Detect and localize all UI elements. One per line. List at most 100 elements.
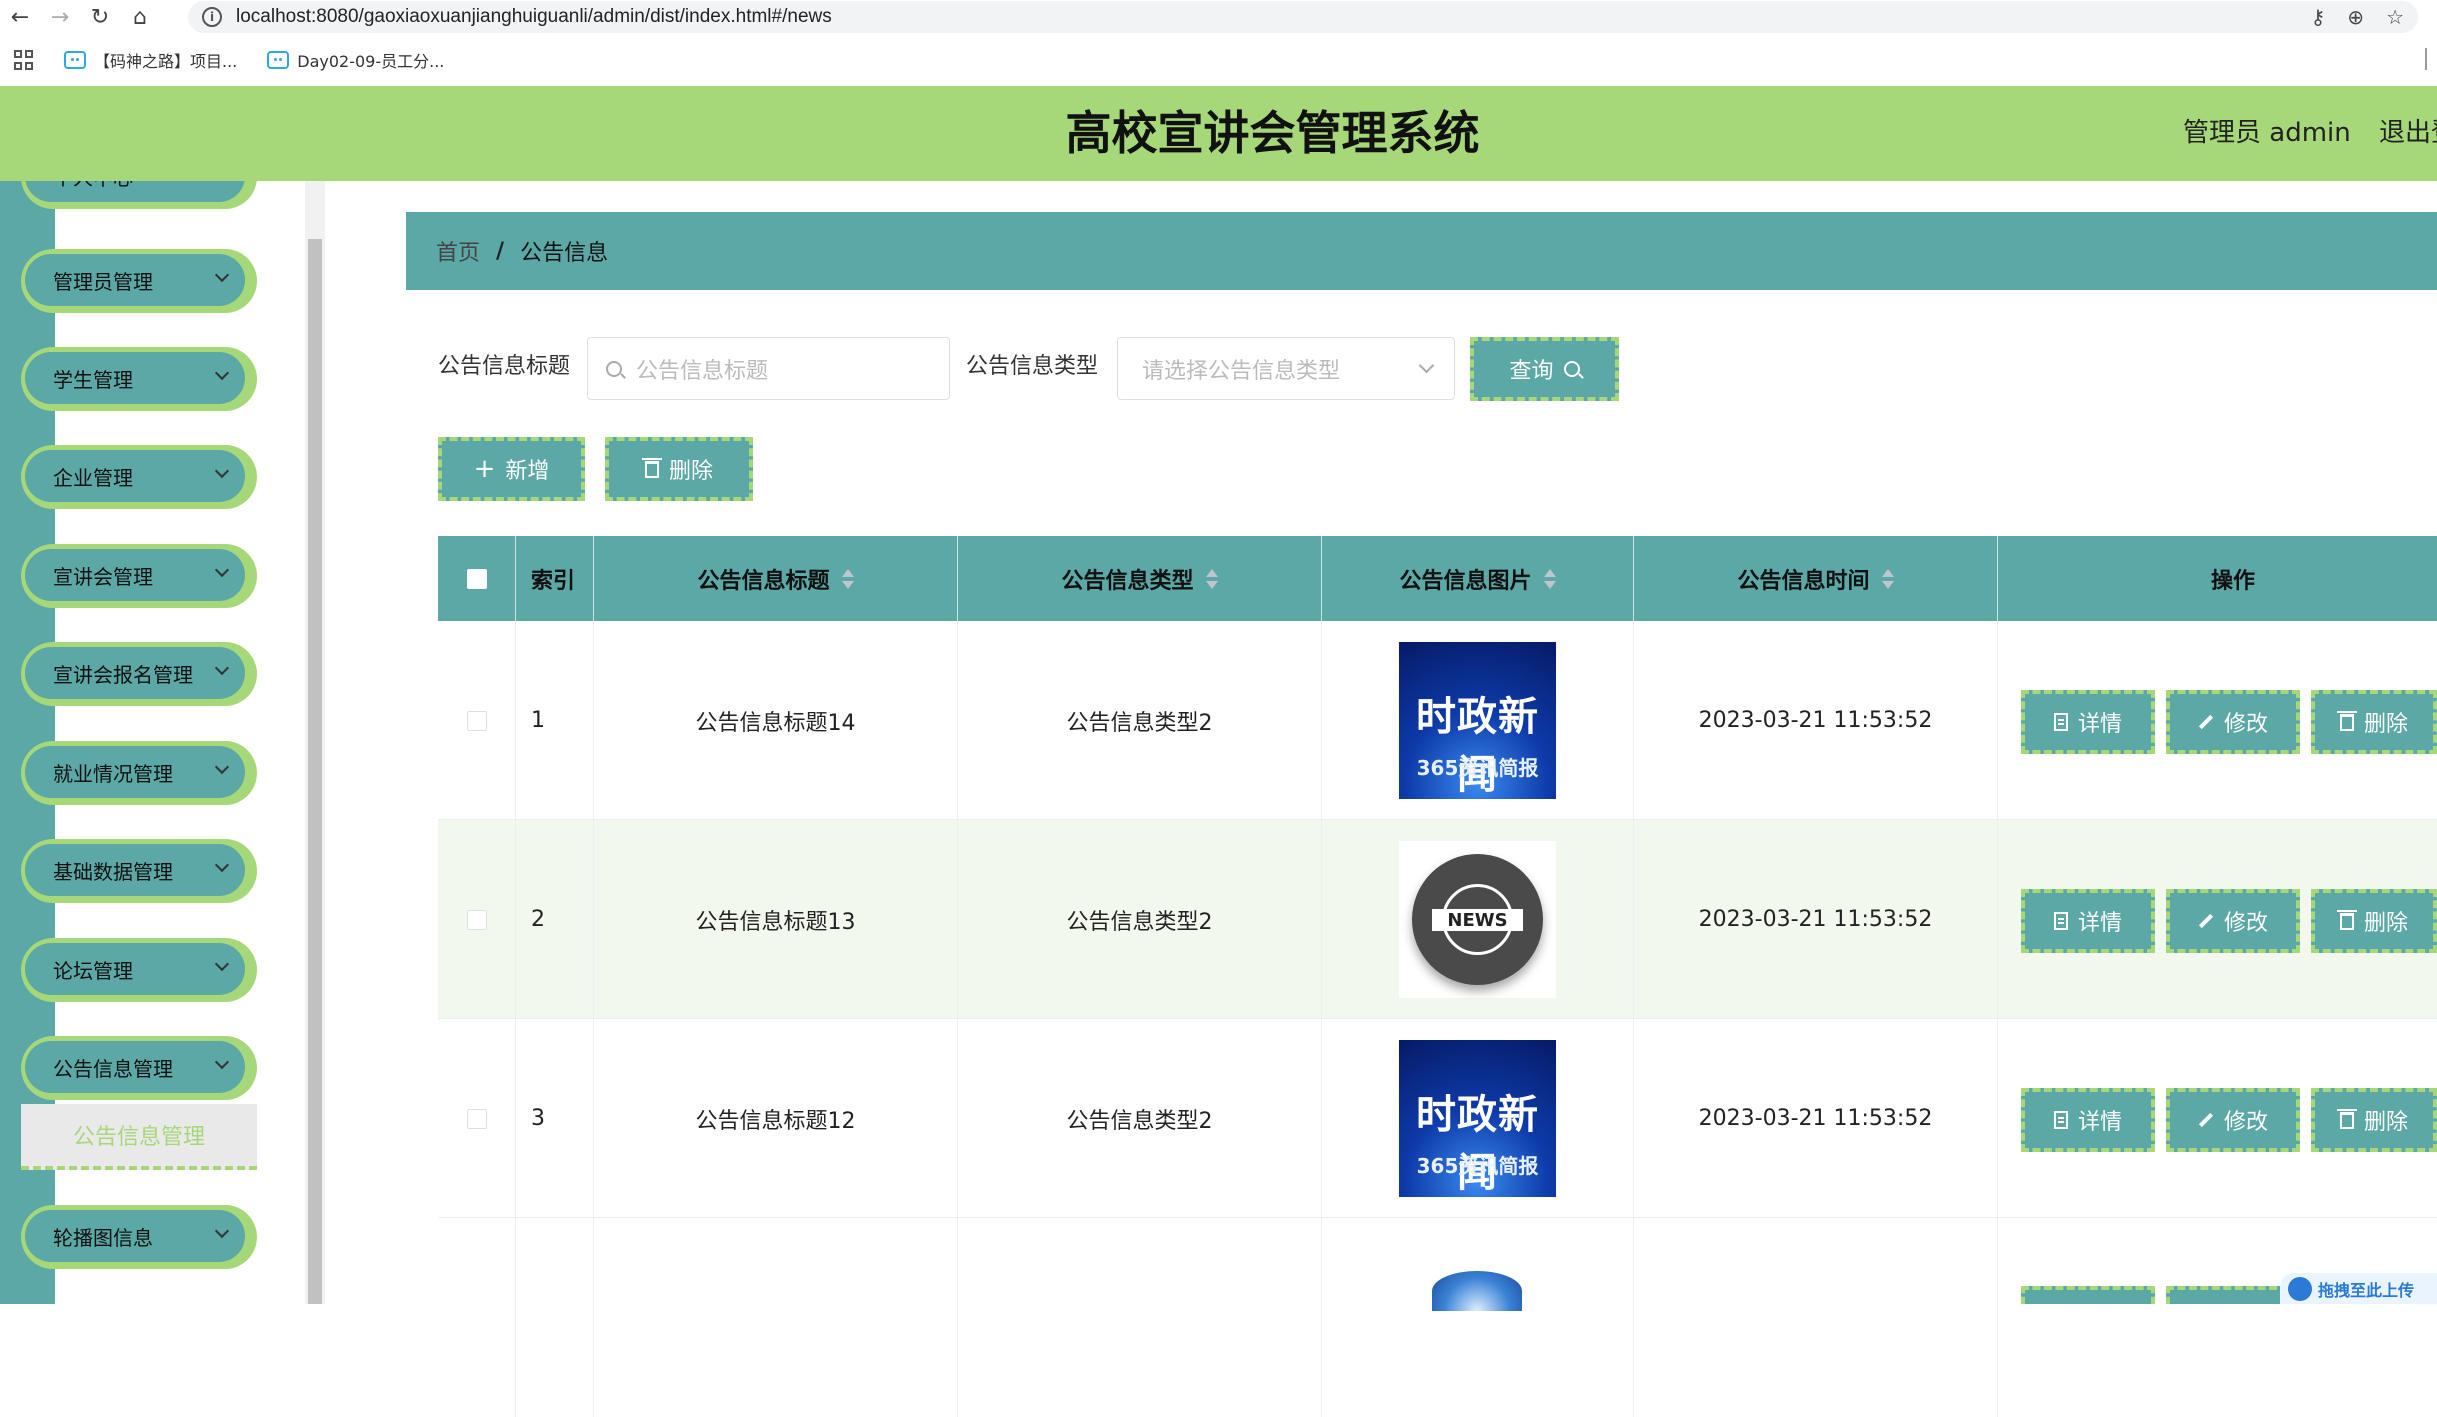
sidebar-item-companies[interactable]: 企业管理 xyxy=(21,445,257,509)
row-image-cell xyxy=(1322,1218,1634,1417)
info-icon[interactable]: i xyxy=(202,7,222,27)
trash-icon xyxy=(2336,909,2357,930)
row-title: 公告信息标题14 xyxy=(594,621,958,820)
sidebar-item-seminar-signup[interactable]: 宣讲会报名管理 xyxy=(21,642,257,706)
row-index xyxy=(516,1218,594,1417)
add-button-label: 新增 xyxy=(505,459,550,484)
sidebar-item-forum[interactable]: 论坛管理 xyxy=(21,938,257,1002)
delete-button[interactable]: 删除 xyxy=(2311,1088,2437,1152)
logout-link[interactable]: 退出登录 xyxy=(2379,86,2437,181)
type-select[interactable]: 请选择公告信息类型 xyxy=(1117,337,1455,400)
edit-button[interactable]: 修改 xyxy=(2166,889,2300,953)
delete-button[interactable]: 删除 xyxy=(2311,889,2437,953)
password-key-icon[interactable]: ⚷ xyxy=(2311,5,2326,29)
delete-button[interactable]: 删除 xyxy=(2311,690,2437,754)
bookmark-item[interactable]: Day02-09-员工分... xyxy=(267,48,444,72)
edit-button[interactable]: 修改 xyxy=(2166,690,2300,754)
current-user: 管理员 admin xyxy=(2183,118,2351,148)
delete-button-label: 删除 xyxy=(668,459,713,484)
row-select-cell xyxy=(438,621,516,820)
bookmarks-bar: 【码神之路】项目... Day02-09-员工分... xyxy=(0,34,2437,86)
sidebar-item-carousel[interactable]: 轮播图信息 xyxy=(21,1205,257,1269)
app-header: 高校宣讲会管理系统 管理员 admin 退出登录 xyxy=(0,86,2437,181)
notice-thumbnail[interactable] xyxy=(1432,1271,1522,1311)
bookmark-item[interactable]: 【码神之路】项目... xyxy=(64,48,237,72)
chevron-down-icon xyxy=(214,759,230,775)
add-button[interactable]: + 新增 xyxy=(438,437,585,501)
notice-thumbnail[interactable]: 时政新闻 365资讯简报 xyxy=(1399,1040,1556,1197)
reload-icon[interactable]: ↻ xyxy=(80,0,120,34)
column-header-title[interactable]: 公告信息标题 xyxy=(594,536,958,621)
breadcrumb-home[interactable]: 首页 xyxy=(436,235,480,267)
chevron-down-icon xyxy=(214,1054,230,1070)
thumbnail-text: 时政新闻 xyxy=(1416,1092,1539,1196)
row-index: 3 xyxy=(516,1019,594,1218)
row-time xyxy=(1634,1218,1998,1417)
document-icon xyxy=(2053,912,2068,930)
detail-button[interactable]: 详情 xyxy=(2021,1088,2155,1152)
detail-button[interactable] xyxy=(2021,1286,2155,1304)
sidebar-item-label: 宣讲会管理 xyxy=(53,564,153,589)
sidebar-item-seminars[interactable]: 宣讲会管理 xyxy=(21,544,257,608)
sort-icon[interactable] xyxy=(1205,568,1218,590)
address-bar[interactable]: i localhost:8080/gaoxiaoxuanjianghuiguan… xyxy=(188,1,2418,33)
forward-icon[interactable]: → xyxy=(40,0,80,34)
detail-button[interactable]: 详情 xyxy=(2021,690,2155,754)
column-header-image[interactable]: 公告信息图片 xyxy=(1322,536,1634,621)
row-title: 公告信息标题12 xyxy=(594,1019,958,1218)
row-type: 公告信息类型2 xyxy=(958,621,1322,820)
query-button[interactable]: 查询 xyxy=(1470,337,1619,401)
submenu-item-notices[interactable]: 公告信息管理 xyxy=(21,1104,257,1170)
bookmark-star-icon[interactable]: ☆ xyxy=(2386,5,2404,29)
detail-button[interactable]: 详情 xyxy=(2021,889,2155,953)
edit-button[interactable]: 修改 xyxy=(2166,1088,2300,1152)
row-image-cell: 时政新闻 365资讯简报 xyxy=(1322,1019,1634,1218)
column-header-time[interactable]: 公告信息时间 xyxy=(1634,536,1998,621)
row-type xyxy=(958,1218,1322,1417)
bilibili-icon xyxy=(267,51,290,69)
sidebar-item-notices[interactable]: 公告信息管理 xyxy=(21,1036,257,1100)
notice-thumbnail[interactable]: NEWS xyxy=(1399,841,1556,998)
apps-grid-icon[interactable] xyxy=(14,50,34,70)
row-select-cell xyxy=(438,1019,516,1218)
sort-icon[interactable] xyxy=(841,568,854,590)
thumbnail-text: NEWS xyxy=(1432,909,1523,931)
breadcrumb-current: 公告信息 xyxy=(520,241,609,266)
row-checkbox[interactable] xyxy=(466,909,487,930)
row-title: 公告信息标题13 xyxy=(594,820,958,1019)
batch-delete-button[interactable]: 删除 xyxy=(605,437,753,501)
column-header-label: 公告信息标题 xyxy=(697,568,830,594)
row-checkbox[interactable] xyxy=(466,1108,487,1129)
sidebar-scrollbar[interactable] xyxy=(305,181,325,1304)
sidebar-item-employment[interactable]: 就业情况管理 xyxy=(21,741,257,805)
row-checkbox[interactable] xyxy=(466,710,487,731)
scrollbar-thumb[interactable] xyxy=(308,239,322,1304)
sort-icon[interactable] xyxy=(1543,568,1556,590)
detail-button-label: 详情 xyxy=(2077,911,2122,936)
sidebar-item-label: 宣讲会报名管理 xyxy=(53,662,193,687)
upload-widget[interactable]: 拖拽至此上传 xyxy=(2280,1273,2437,1304)
edit-button-label: 修改 xyxy=(2223,911,2268,936)
sort-icon[interactable] xyxy=(1881,568,1894,590)
sidebar-item-students[interactable]: 学生管理 xyxy=(21,347,257,411)
edit-button-label: 修改 xyxy=(2223,712,2268,737)
select-all-checkbox[interactable] xyxy=(466,568,487,589)
chevron-down-icon xyxy=(1418,357,1435,374)
home-icon[interactable]: ⌂ xyxy=(120,0,160,34)
column-header-type[interactable]: 公告信息类型 xyxy=(958,536,1322,621)
column-header-ops: 操作 xyxy=(2210,568,2255,594)
back-icon[interactable]: ← xyxy=(0,0,40,34)
delete-button-label: 删除 xyxy=(2363,911,2408,936)
title-search-placeholder: 公告信息标题 xyxy=(636,358,769,384)
sidebar-item-profile[interactable]: 个人中心 xyxy=(21,181,257,209)
row-type: 公告信息类型2 xyxy=(958,1019,1322,1218)
edit-button-label: 修改 xyxy=(2223,1110,2268,1135)
zoom-icon[interactable]: ⊕ xyxy=(2347,5,2364,29)
notice-thumbnail[interactable]: 时政新闻 365资讯简报 xyxy=(1399,642,1556,799)
chevron-down-icon xyxy=(214,857,230,873)
table-header: 索引 公告信息标题 公告信息类型 公告信息图片 公告信息时间 操作 xyxy=(438,536,2437,621)
sidebar-item-base-data[interactable]: 基础数据管理 xyxy=(21,839,257,903)
sidebar-item-admins[interactable]: 管理员管理 xyxy=(21,249,257,313)
bookmarks-separator xyxy=(2425,48,2427,70)
title-search-input[interactable]: 公告信息标题 xyxy=(587,337,950,400)
